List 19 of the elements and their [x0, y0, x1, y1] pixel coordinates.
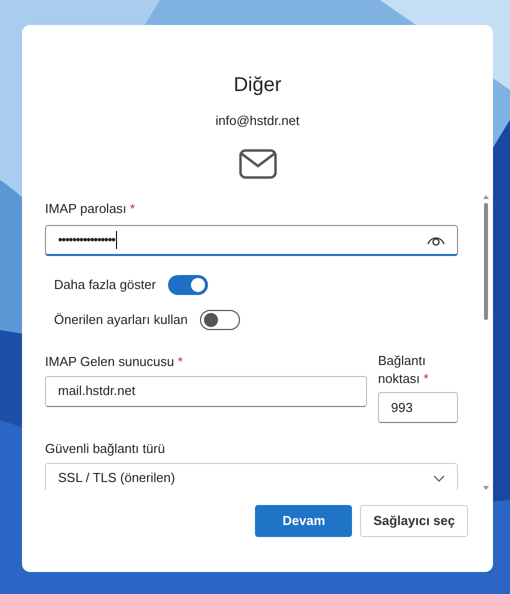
- toggle-switch[interactable]: [168, 275, 208, 295]
- toggle-switch[interactable]: [200, 310, 240, 330]
- password-field[interactable]: ••••••••••••••••: [45, 225, 458, 256]
- field-label: IMAP Gelen sunucusu *: [45, 353, 184, 371]
- toggle-label: Önerilen ayarları kullan: [54, 311, 188, 330]
- port-field[interactable]: 993: [378, 392, 458, 423]
- envelope-icon: [238, 148, 276, 178]
- toggle-label: Daha fazla göster: [54, 276, 156, 294]
- server-field[interactable]: mail.hstdr.net: [45, 376, 367, 406]
- field-label: IMAP parolası *: [45, 200, 136, 218]
- field-label: Bağlantı noktası *: [378, 352, 430, 388]
- dialog-title: Diğer: [234, 73, 282, 98]
- scrollbar[interactable]: [483, 194, 489, 490]
- chevron-down-icon: [433, 474, 445, 482]
- secondary-button[interactable]: Sağlayıcı seç: [360, 504, 468, 536]
- account-email: info@hstdr.net: [215, 112, 300, 130]
- continue-button[interactable]: Devam: [255, 504, 352, 536]
- field-label: Güvenli bağlantı türü: [45, 440, 166, 458]
- security-dropdown[interactable]: SSL / TLS (önerilen): [45, 462, 458, 490]
